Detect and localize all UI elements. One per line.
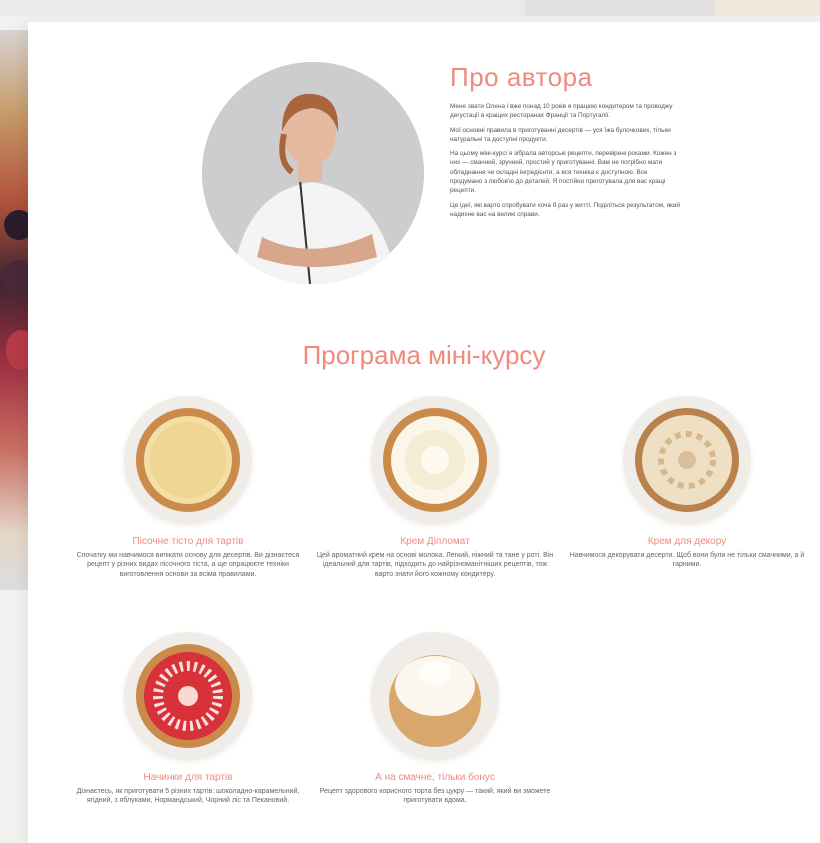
- about-text: Мене звати Олена і вже понад 10 років я …: [450, 102, 680, 224]
- about-paragraph: Мене звати Олена і вже понад 10 років я …: [450, 103, 673, 120]
- cream-tart-image: [371, 396, 499, 524]
- course-item-title: А на смачне, тільки бонус: [375, 772, 495, 783]
- meringue-tart-image: [371, 632, 499, 760]
- about-paragraph: Мої основні правила в приготуванні десер…: [450, 126, 671, 143]
- program-title: Програма міні-курсу: [302, 340, 546, 370]
- course-item-title: Начинки для тартів: [143, 772, 233, 783]
- course-item: Крем для декору Навчимося декорувати дес…: [562, 396, 812, 570]
- course-item: А на смачне, тільки бонус Рецепт здорово…: [310, 632, 560, 806]
- about-title: Про автора: [450, 62, 593, 92]
- course-item-title: Пісочне тісто для тартів: [132, 536, 244, 547]
- top-bar-segment: [715, 0, 820, 16]
- course-item-desc: Дізнаєтесь, як приготувати 5 різних тарт…: [76, 788, 300, 805]
- course-item-title: Крем Діпломат: [400, 536, 470, 547]
- strawberry-tart-image: [124, 632, 252, 760]
- about-paragraph: На цьому міні-курсі я зібрала авторські …: [450, 150, 677, 195]
- course-item-title: Крем для декору: [647, 536, 727, 547]
- course-item-desc: Рецепт здорового корисного торта без цук…: [319, 788, 551, 805]
- content-card: Про автора Мене звати Олена і вже понад …: [28, 22, 820, 843]
- tart-shell-image: [124, 396, 252, 524]
- course-item-desc: Спочатку ми навчимося випікати основу дл…: [76, 552, 300, 578]
- author-photo: [202, 62, 424, 284]
- course-item: Крем Діпломат Цей ароматний крем на осно…: [310, 396, 560, 579]
- top-bar-segment: [525, 0, 715, 16]
- course-item: Начинки для тартів Дізнаєтесь, як пригот…: [63, 632, 313, 806]
- course-item-desc: Цей ароматний крем на основі молока. Лег…: [316, 552, 554, 578]
- course-item-desc: Навчимося декорувати десерти. Щоб вони б…: [569, 552, 805, 569]
- top-bar: [0, 0, 820, 16]
- decorated-tart-image: [623, 396, 751, 524]
- about-paragraph: Це ідеї, які варто спробувати хоча б раз…: [450, 201, 680, 218]
- course-item: Пісочне тісто для тартів Спочатку ми нав…: [63, 396, 313, 579]
